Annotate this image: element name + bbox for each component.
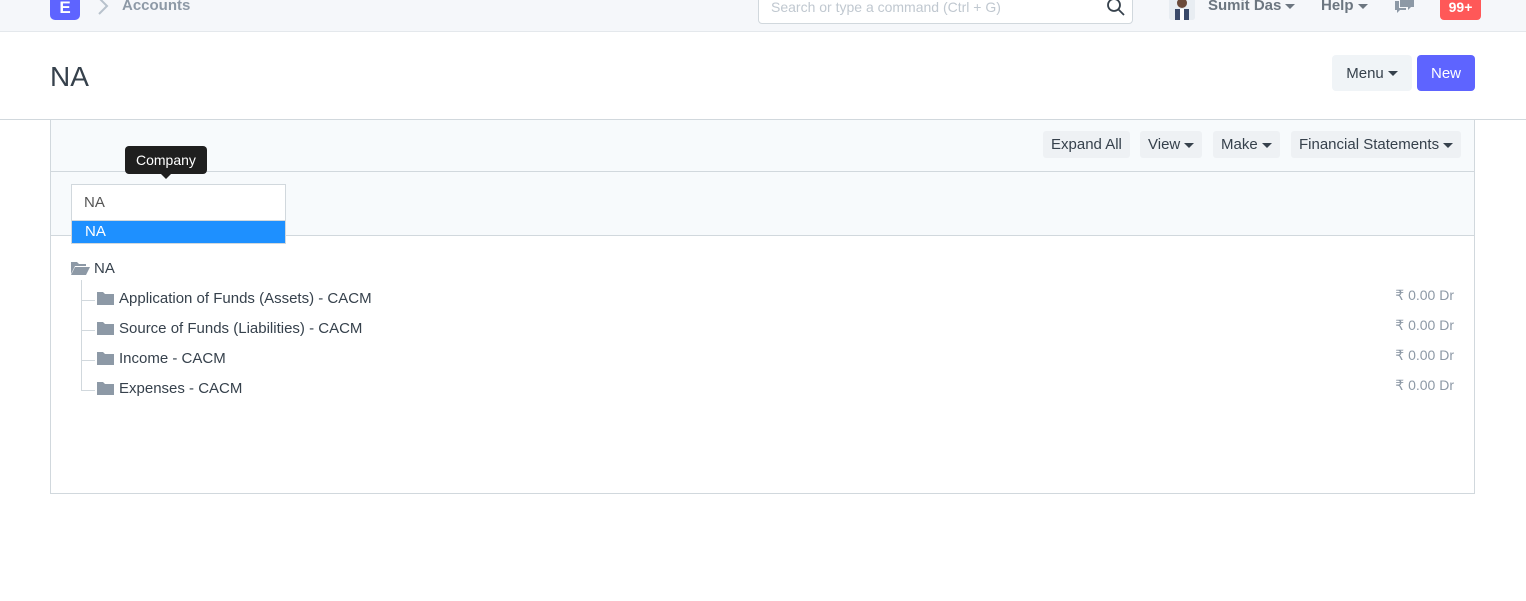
tree-toolbar: Expand All View Make Financial Statement… <box>51 120 1474 172</box>
make-button[interactable]: Make <box>1213 131 1280 158</box>
caret-down-icon <box>1443 142 1454 148</box>
tree-connector <box>81 360 95 361</box>
company-field[interactable]: NA <box>71 184 286 220</box>
tree-connector <box>81 390 95 391</box>
menu-label: Menu <box>1346 64 1384 82</box>
search-input[interactable]: Search or type a command (Ctrl + G) <box>771 0 1001 15</box>
make-label: Make <box>1221 136 1258 153</box>
tree-root-label: NA <box>94 260 115 277</box>
financial-statements-button[interactable]: Financial Statements <box>1291 131 1462 158</box>
view-label: View <box>1148 136 1181 153</box>
chat-icon[interactable] <box>1394 0 1416 16</box>
filter-bar: NA NA <box>51 172 1474 244</box>
folder-icon <box>97 322 114 335</box>
caret-down-icon <box>1285 3 1296 9</box>
breadcrumb-accounts[interactable]: Accounts <box>122 0 190 14</box>
caret-down-icon <box>1387 71 1398 77</box>
caret-down-icon <box>1261 142 1272 148</box>
suggestion-item[interactable]: NA <box>72 221 285 243</box>
new-button[interactable]: New <box>1417 55 1475 91</box>
folder-icon <box>97 352 114 365</box>
company-tooltip: Company <box>125 146 207 179</box>
tree-panel: Expand All View Make Financial Statement… <box>50 120 1475 494</box>
node-balance: ₹ 0.00 Dr <box>1395 347 1454 363</box>
user-menu[interactable]: Sumit Das <box>1208 0 1296 14</box>
chevron-right-icon <box>98 0 109 15</box>
notification-badge[interactable]: 99+ <box>1440 0 1481 20</box>
tree-node-label: Income - CACM <box>119 350 226 367</box>
node-balance: ₹ 0.00 Dr <box>1395 377 1454 393</box>
tree-connector <box>81 330 95 331</box>
tree-root-node[interactable]: NA <box>71 260 115 277</box>
node-balance: ₹ 0.00 Dr <box>1395 287 1454 303</box>
app-logo[interactable]: E <box>50 0 80 20</box>
tree-connector <box>81 300 95 301</box>
user-name: Sumit Das <box>1208 0 1282 14</box>
help-label: Help <box>1321 0 1354 14</box>
view-button[interactable]: View <box>1140 131 1203 158</box>
company-suggestions: NA <box>71 220 286 244</box>
tree-node-label: Source of Funds (Liabilities) - CACM <box>119 320 363 337</box>
help-menu[interactable]: Help <box>1321 0 1368 14</box>
folder-icon <box>97 292 114 305</box>
caret-down-icon <box>1184 142 1195 148</box>
avatar[interactable] <box>1169 0 1195 20</box>
search-box[interactable]: Search or type a command (Ctrl + G) <box>758 0 1133 24</box>
search-icon[interactable] <box>1106 0 1126 17</box>
caret-down-icon <box>1357 3 1368 9</box>
page-title: NA <box>50 61 89 92</box>
folder-open-icon <box>71 262 90 275</box>
top-navbar: E Accounts Search or type a command (Ctr… <box>0 0 1526 32</box>
tree-node-label: Application of Funds (Assets) - CACM <box>119 290 372 307</box>
user-avatar-icon <box>1169 0 1195 20</box>
tree-connector <box>81 280 82 390</box>
menu-button[interactable]: Menu <box>1332 55 1412 91</box>
tree-node-label: Expenses - CACM <box>119 380 243 397</box>
expand-all-button[interactable]: Expand All <box>1043 131 1130 158</box>
folder-icon <box>97 382 114 395</box>
financial-statements-label: Financial Statements <box>1299 136 1440 153</box>
node-balance: ₹ 0.00 Dr <box>1395 317 1454 333</box>
